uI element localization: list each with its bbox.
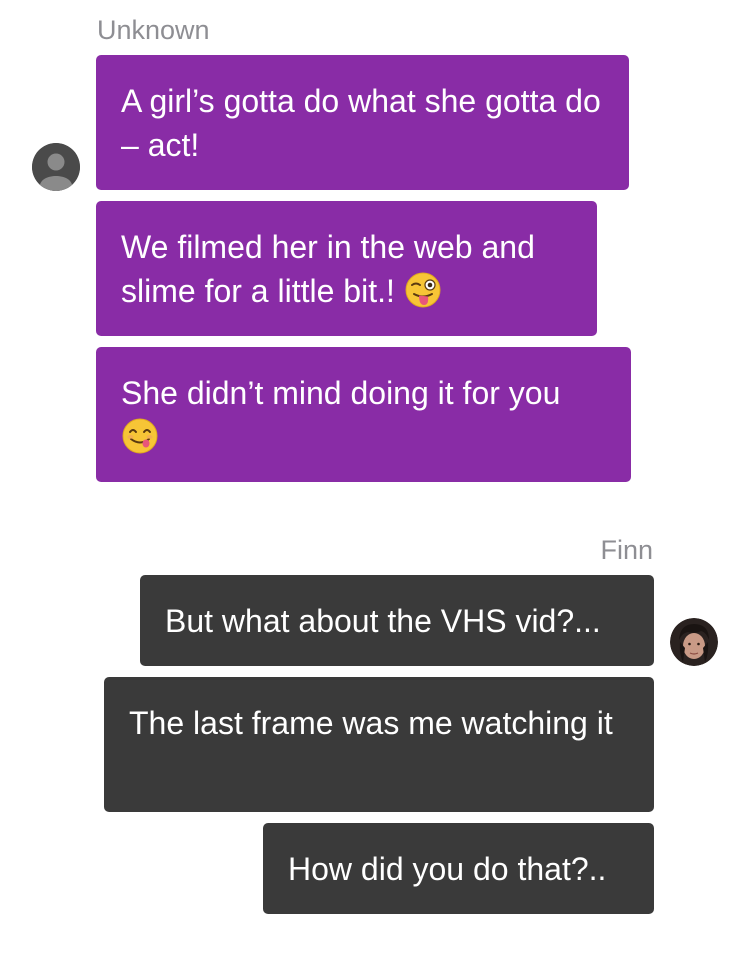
- winking-tongue-face-icon: [405, 272, 441, 308]
- sender-name-finn: Finn: [600, 535, 653, 565]
- incoming-message-bubble: She didn’t mind doing it for you: [96, 347, 631, 482]
- default-person-avatar-icon[interactable]: [32, 143, 80, 191]
- incoming-message-bubble: We filmed her in the web and slime for a…: [96, 201, 597, 336]
- sender-name-unknown: Unknown: [97, 15, 210, 45]
- message-text: A girl’s gotta do what she gotta do – ac…: [121, 83, 601, 163]
- smiling-face-with-tongue-icon: [122, 418, 158, 454]
- finn-profile-photo[interactable]: [670, 618, 718, 666]
- incoming-message-bubble: A girl’s gotta do what she gotta do – ac…: [96, 55, 629, 190]
- outgoing-message-bubble: But what about the VHS vid?...: [140, 575, 654, 666]
- message-text: How did you do that?..: [288, 851, 607, 887]
- message-text: We filmed her in the web and slime for a…: [121, 229, 535, 309]
- message-text: She didn’t mind doing it for you: [121, 375, 561, 411]
- message-text: The last frame was me watching it: [129, 705, 613, 741]
- outgoing-message-bubble: How did you do that?..: [263, 823, 654, 914]
- outgoing-message-bubble: The last frame was me watching it: [104, 677, 654, 812]
- message-text: But what about the VHS vid?...: [165, 603, 601, 639]
